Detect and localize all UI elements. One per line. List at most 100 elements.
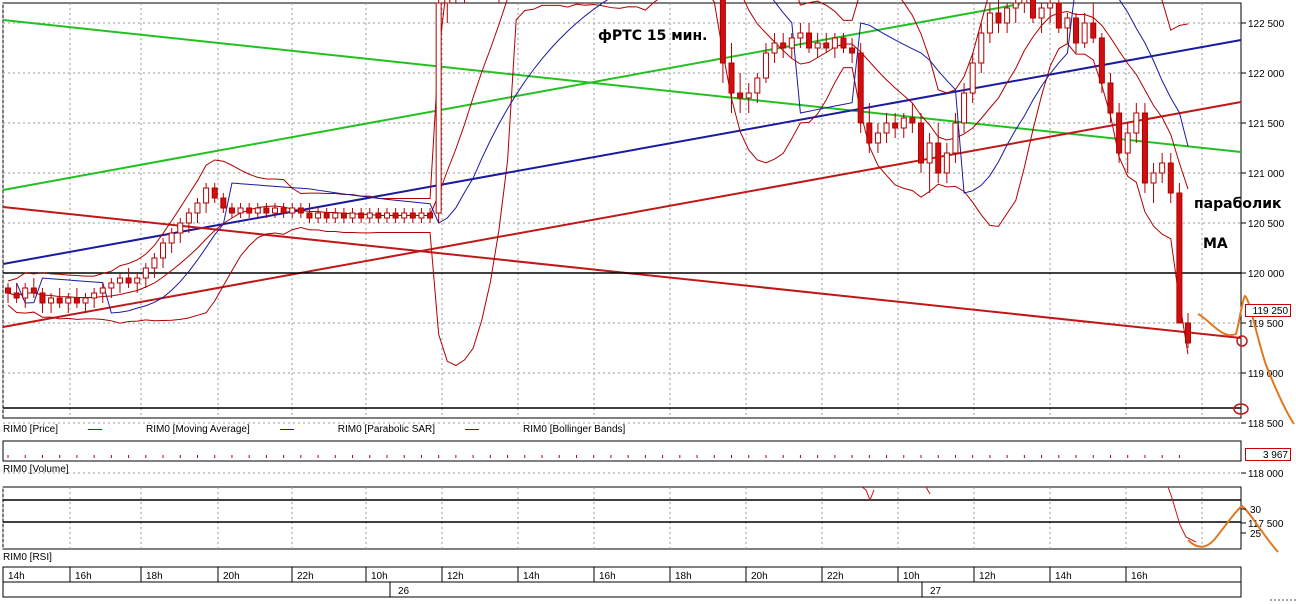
candle-body [1090, 22, 1097, 39]
candle-body [917, 122, 924, 164]
candle-body [1098, 37, 1105, 84]
candle-body [995, 12, 1002, 24]
candle-body [1141, 112, 1148, 184]
time-label-day: 26 [398, 586, 410, 597]
candle-body [909, 117, 916, 124]
candle-body [82, 297, 89, 304]
price-axis-label: 120 000 [1248, 269, 1285, 280]
candle-body [168, 232, 175, 244]
candle-body [151, 257, 158, 269]
candle-body [444, 0, 451, 4]
candle-body [952, 122, 959, 154]
legend-swatch-ma [88, 429, 103, 430]
candle-body [401, 212, 408, 219]
candle-body [13, 292, 20, 299]
candle-body [1185, 322, 1191, 344]
candle-body [1021, 0, 1028, 4]
candle-body [409, 212, 416, 219]
candle-body [1047, 2, 1054, 9]
candle-body [943, 152, 950, 174]
candle-body [116, 277, 123, 284]
candle-body [814, 42, 821, 49]
candle-body [228, 207, 235, 214]
time-label-hour: 10h [903, 571, 920, 582]
candle-body [831, 37, 838, 49]
candle-body [719, 0, 726, 64]
candle-body [892, 122, 899, 129]
rsi-panel-title: RIM0 [RSI] [3, 552, 52, 563]
candle-body [125, 277, 132, 284]
candle-body [358, 212, 365, 219]
candle-body [874, 132, 881, 144]
candle-body [1133, 112, 1140, 134]
candle-body [435, 2, 442, 214]
time-label-hour: 14h [1055, 571, 1072, 582]
candle-body [272, 207, 279, 214]
candle-body [986, 12, 993, 34]
candle-body [65, 297, 72, 304]
candle-body [99, 287, 106, 294]
candle-body [1159, 162, 1166, 174]
price-axis-label: 118 500 [1248, 419, 1284, 430]
price-axis-label: 120 500 [1248, 219, 1285, 230]
candle-body [1124, 132, 1131, 154]
candle-body [323, 212, 330, 219]
time-label-hour: 12h [447, 571, 464, 582]
candle-body [900, 117, 907, 129]
candle-body [1107, 82, 1114, 114]
legend-item-ma: RIM0 [Moving Average] [146, 424, 298, 435]
candle-body [969, 62, 976, 94]
candle-body [1176, 192, 1183, 324]
candle-body [340, 212, 347, 219]
rsi-panel-frame [2, 486, 1242, 550]
legend-item-price: RIM0 [Price] [3, 424, 106, 435]
time-label-hour: 10h [371, 571, 388, 582]
price-legend: RIM0 [Price] RIM0 [Moving Average] RIM0 … [3, 424, 695, 435]
candle-body [134, 277, 141, 284]
candle-body [108, 282, 115, 289]
candle-body [254, 207, 261, 214]
rsi-panel: 30 25 [2, 486, 1279, 553]
legend-label-bollinger: RIM0 [Bollinger Bands] [523, 424, 626, 435]
candle-body [1081, 22, 1088, 44]
time-label-hour: 22h [297, 571, 314, 582]
candle-body [780, 42, 787, 49]
candle-body [961, 92, 968, 124]
candle-body [762, 52, 769, 79]
legend-swatch-sar [279, 429, 294, 430]
candle-body [160, 242, 167, 259]
candle-body [926, 142, 933, 164]
candle-body [857, 52, 864, 124]
candle-body [220, 197, 227, 209]
candle-body [728, 62, 735, 94]
candle-body [383, 212, 390, 219]
candle-body [315, 212, 322, 219]
candle-body [366, 212, 373, 219]
candle-body [246, 207, 253, 214]
time-label-hour: 20h [751, 571, 768, 582]
candle-body [332, 212, 339, 219]
candle-body [797, 32, 804, 39]
price-axis-label: 121 000 [1248, 169, 1285, 180]
candle-body [806, 32, 813, 49]
annotation-ma: МА [1203, 236, 1228, 252]
candle-body [349, 212, 356, 219]
candle-body [289, 207, 296, 214]
candle-body [5, 287, 11, 294]
volume-value-tag: 3 967 [1245, 448, 1291, 461]
legend-swatch-bollinger [465, 429, 480, 430]
rsi-axis-label-30: 30 [1250, 505, 1262, 516]
price-axis-label: 121 500 [1248, 119, 1285, 130]
candle-body [427, 212, 434, 219]
candle-body [771, 42, 778, 54]
candle-body [1073, 17, 1080, 44]
volume-panel-title: RIM0 [Volume] [3, 464, 69, 475]
candle-body [263, 207, 270, 214]
candle-body [1167, 162, 1174, 194]
candle-body [1029, 0, 1036, 19]
candle-body [1116, 112, 1123, 154]
candle-body [866, 122, 873, 144]
price-axis-label: 118 000 [1248, 469, 1284, 480]
volume-panel [2, 440, 1242, 462]
candle-body [1055, 2, 1062, 29]
